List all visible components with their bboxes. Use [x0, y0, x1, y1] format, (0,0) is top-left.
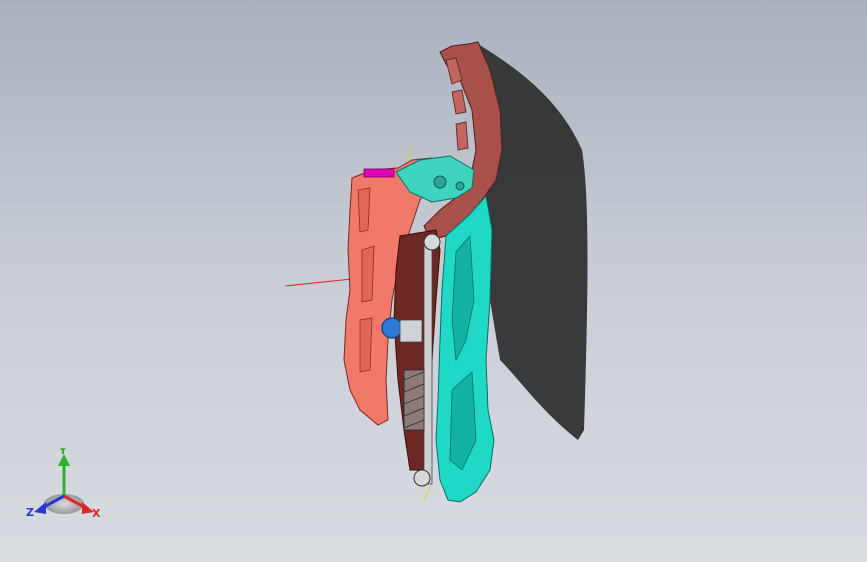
bracket-bolt	[455, 181, 465, 191]
triad-z-arrow-icon	[34, 502, 46, 514]
motor-body	[399, 319, 423, 343]
origin-marker	[423, 485, 431, 501]
model-scene[interactable]	[0, 0, 867, 562]
shaft-bottom-gear	[413, 469, 431, 487]
triad-y-label: Y	[58, 448, 68, 457]
coordinate-triad: Y X Z	[26, 448, 101, 520]
leveling-motor[interactable]	[381, 317, 403, 339]
bracket-bolt	[433, 175, 447, 189]
reference-axis-line	[284, 278, 353, 287]
triad-x-label: X	[92, 507, 101, 520]
connector-tab[interactable]	[363, 168, 395, 178]
inner-cavity	[393, 229, 441, 471]
shaft-top-gear	[423, 233, 441, 251]
cad-graphics-viewport[interactable]: Y X Z	[0, 0, 867, 562]
adjuster-shaft[interactable]	[423, 243, 433, 485]
triad-z-label: Z	[26, 506, 34, 519]
